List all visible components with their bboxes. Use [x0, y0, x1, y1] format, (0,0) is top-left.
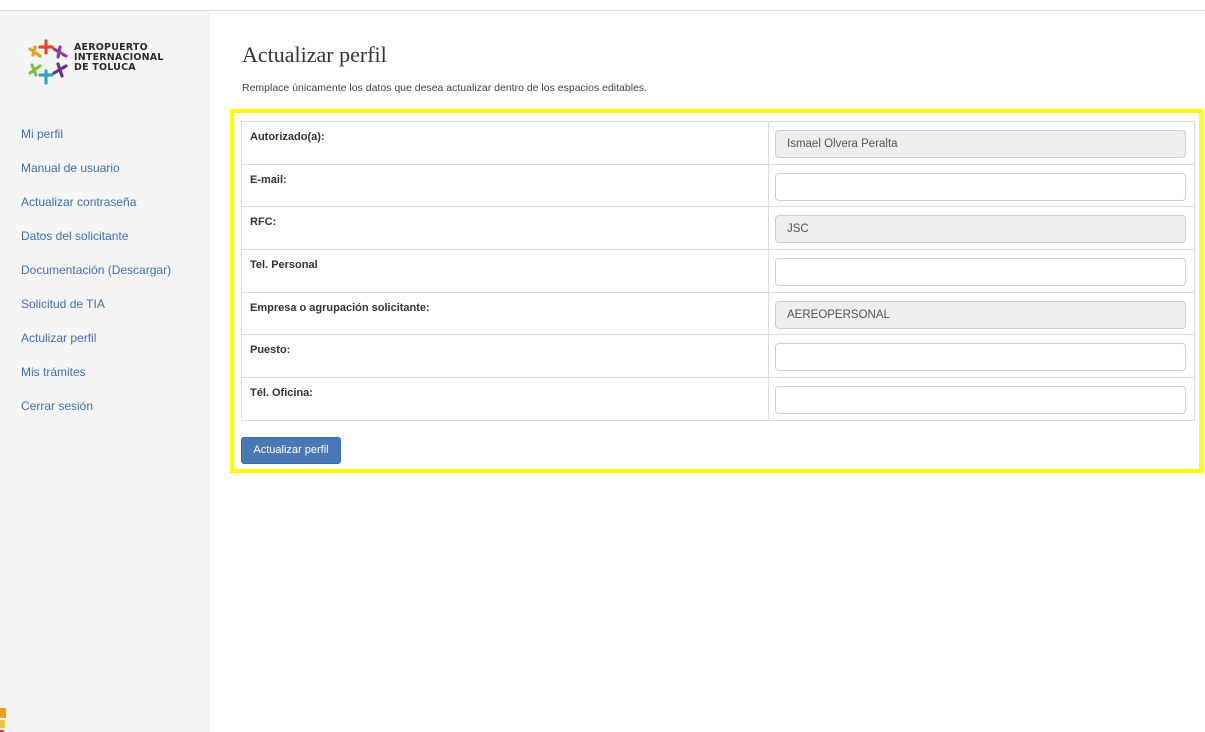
logo-line-3: DE TOLUCA — [74, 62, 136, 73]
field-label: Empresa o agrupación solicitante: — [241, 291, 769, 336]
airport-logo-icon — [28, 39, 68, 85]
autorizado-field: Ismael Olvera Peralta — [775, 130, 1186, 158]
page-title: Actualizar perfil — [242, 42, 387, 67]
page-subtitle: Remplace únicamente los datos que desea … — [242, 82, 648, 94]
sidebar-item-manual-usuario[interactable]: Manual de usuario — [21, 161, 171, 195]
sidebar-item-mis-tramites[interactable]: Mis trámites — [21, 365, 171, 399]
update-profile-button[interactable]: Actualizar perfil — [241, 437, 341, 464]
sidebar-item-solicitud-tia[interactable]: Solicitud de TIA — [21, 297, 171, 331]
rfc-field: JSC — [775, 215, 1186, 244]
tel-oficina-field[interactable] — [775, 386, 1186, 415]
field-label: E-mail: — [241, 163, 769, 208]
form-row-autorizado: Autorizado(a): Ismael Olvera Peralta — [241, 121, 1195, 165]
form-row-tel-personal: Tel. Personal — [241, 249, 1195, 293]
sidebar-nav: Mi perfil Manual de usuario Actualizar c… — [21, 127, 171, 433]
field-label: Autorizado(a): — [241, 121, 769, 165]
sidebar-item-actualizar-perfil[interactable]: Actulizar perfil — [21, 331, 171, 365]
sidebar-item-actualizar-contrasena[interactable]: Actualizar contraseña — [21, 195, 171, 229]
field-label: Tél. Oficina: — [241, 377, 769, 421]
form-row-rfc: RFC: JSC — [241, 206, 1195, 251]
profile-form-table: Autorizado(a): Ismael Olvera Peralta E-m… — [241, 121, 1195, 421]
form-row-empresa: Empresa o agrupación solicitante: AEREOP… — [241, 291, 1195, 336]
tel-personal-field[interactable] — [775, 258, 1186, 287]
form-row-tel-oficina: Tél. Oficina: — [241, 377, 1195, 421]
field-label: RFC: — [241, 206, 769, 251]
sidebar: AEROPUERTO INTERNACIONAL DE TOLUCA Mi pe… — [0, 11, 210, 732]
sidebar-item-cerrar-sesion[interactable]: Cerrar sesión — [21, 399, 171, 433]
form-row-email: E-mail: — [241, 163, 1195, 208]
email-field[interactable] — [775, 172, 1186, 201]
field-label: Tel. Personal — [241, 249, 769, 293]
sidebar-item-datos-solicitante[interactable]: Datos del solicitante — [21, 229, 171, 263]
sidebar-item-documentacion[interactable]: Documentación (Descargar) — [21, 263, 171, 297]
empresa-field: AEREOPERSONAL — [775, 300, 1186, 329]
corner-decoration-icon — [0, 708, 6, 732]
field-label: Puesto: — [241, 334, 769, 379]
sidebar-item-mi-perfil[interactable]: Mi perfil — [21, 127, 171, 161]
airport-logo[interactable]: AEROPUERTO INTERNACIONAL DE TOLUCA — [24, 39, 174, 87]
airport-logo-text: AEROPUERTO INTERNACIONAL DE TOLUCA — [74, 43, 164, 73]
puesto-field[interactable] — [775, 343, 1186, 372]
form-row-puesto: Puesto: — [241, 334, 1195, 379]
